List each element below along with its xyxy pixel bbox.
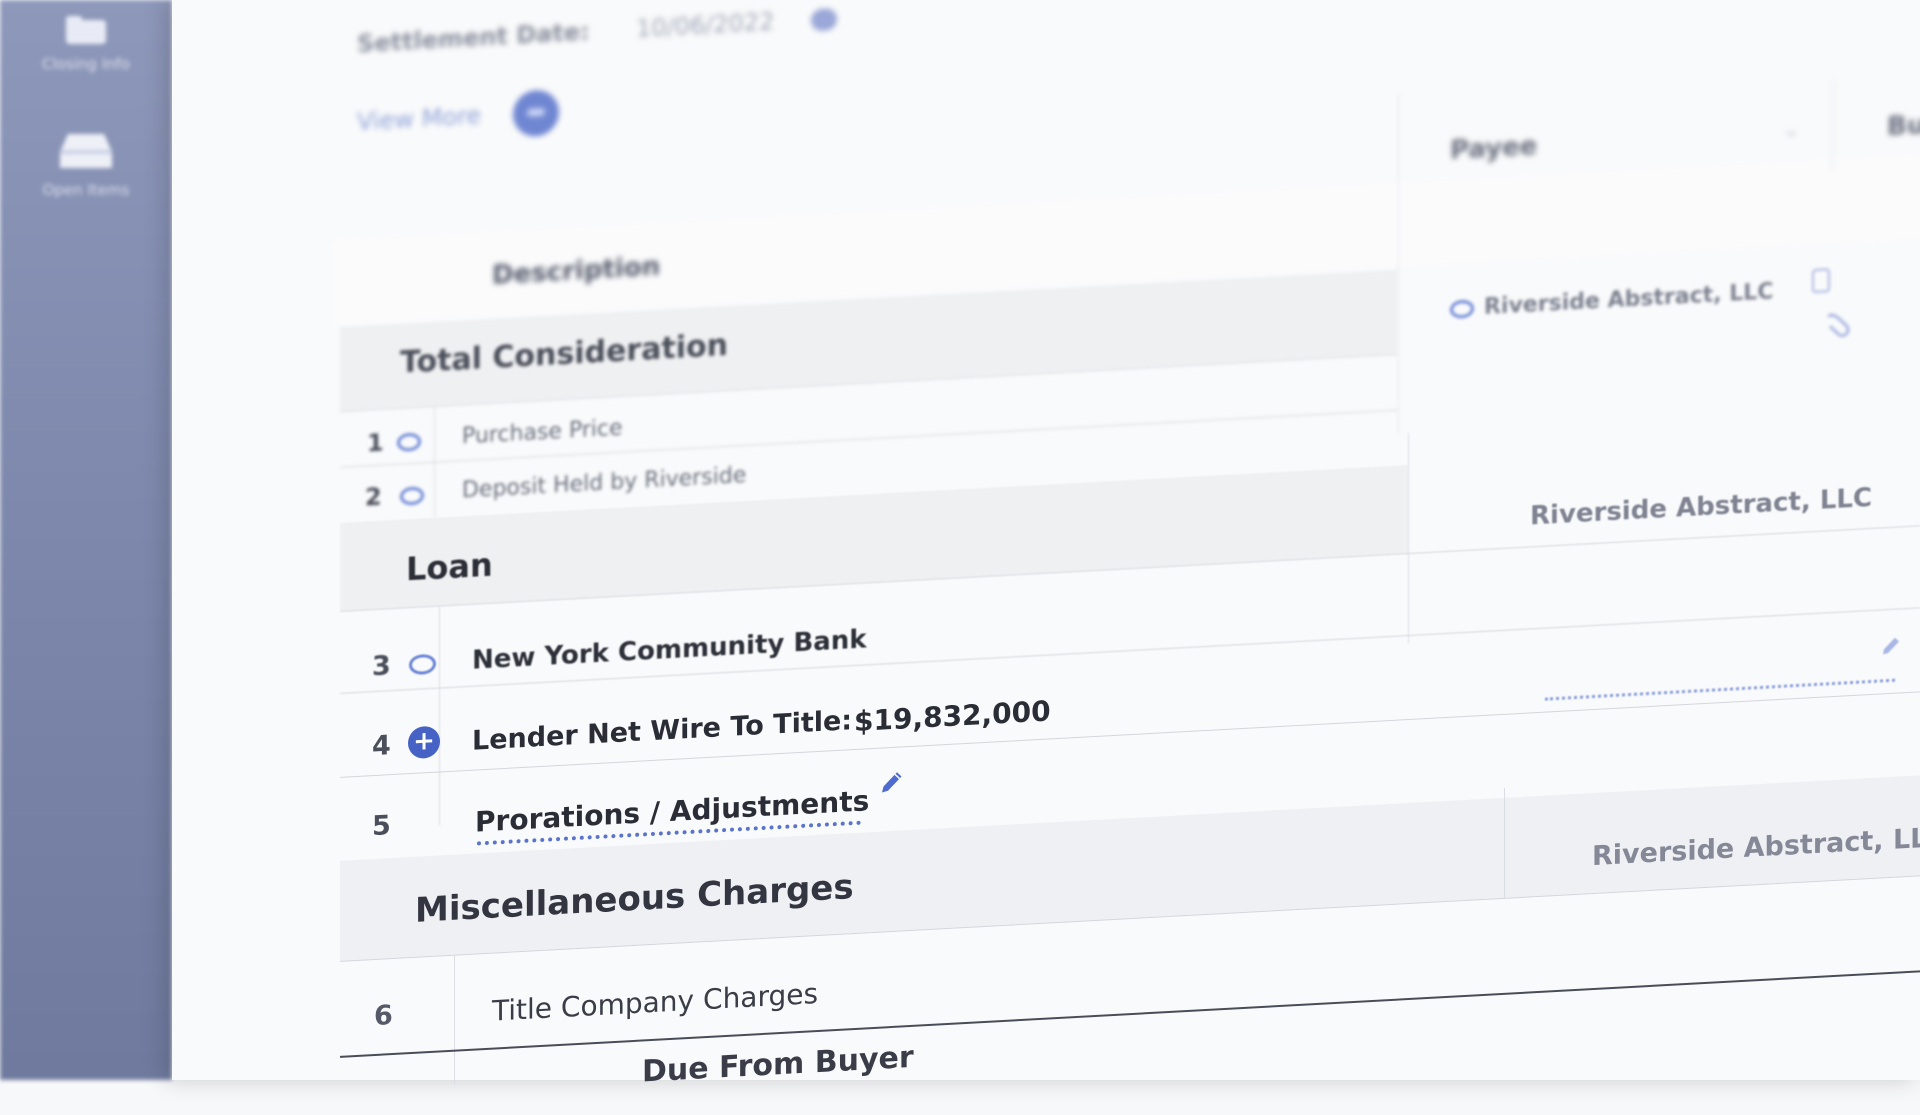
- column-divider: [439, 605, 440, 826]
- folder-icon: [66, 16, 106, 44]
- column-divider: [1832, 80, 1833, 171]
- toggle-icon[interactable]: [512, 89, 559, 138]
- section-title: Loan: [406, 545, 493, 589]
- view-more-label: View More: [357, 101, 482, 136]
- attachment-icon[interactable]: [1822, 311, 1854, 343]
- comment-icon[interactable]: [397, 432, 421, 452]
- comment-icon[interactable]: [1450, 299, 1474, 319]
- main-panel: Settlement Date: 10/06/2022 View More De…: [172, 0, 1920, 1090]
- payee-input-underline[interactable]: [1545, 678, 1895, 701]
- row-number: 2: [365, 482, 382, 512]
- column-header-payee: Payee: [1450, 131, 1538, 166]
- column-divider: [1398, 93, 1399, 434]
- sidebar-item-label: Open Items: [42, 181, 130, 199]
- row-description: Purchase Price: [462, 415, 623, 450]
- row-description: Title Company Charges: [492, 977, 819, 1028]
- row-amount: $19,832,000: [854, 694, 1051, 739]
- sidebar-item-open-items[interactable]: Open Items: [0, 130, 172, 199]
- row-number: 1: [367, 428, 384, 458]
- settlement-date: Settlement Date: 10/06/2022: [357, 4, 837, 58]
- sidebar-item-closing-info[interactable]: Closing Info: [0, 14, 172, 73]
- chevron-down-icon[interactable]: ⌄: [1782, 117, 1800, 143]
- section-title: Due From Buyer: [642, 1039, 914, 1090]
- sidebar: Closing Info Open Items: [0, 0, 172, 1080]
- column-divider: [1408, 433, 1409, 644]
- pencil-icon[interactable]: [1880, 634, 1902, 657]
- column-divider: [1504, 787, 1505, 898]
- row-number: 4: [372, 730, 391, 763]
- row-number: 6: [374, 1000, 393, 1033]
- calendar-icon[interactable]: [810, 7, 837, 32]
- column-header-extra: Bu: [1887, 110, 1920, 143]
- settlement-date-label: Settlement Date:: [357, 17, 590, 58]
- settlement-date-value[interactable]: 10/06/2022: [636, 7, 774, 42]
- closing-statement-sheet: Settlement Date: 10/06/2022 View More De…: [172, 0, 1920, 1090]
- document-icon[interactable]: [1812, 268, 1830, 293]
- payee-value[interactable]: Riverside Abstract, LLC: [1530, 483, 1872, 532]
- column-divider: [454, 954, 455, 1085]
- row-number: 5: [372, 810, 391, 843]
- row-description: Lender Net Wire To Title:: [472, 705, 853, 757]
- sidebar-item-label: Closing Info: [42, 55, 130, 73]
- row-number: 3: [372, 650, 391, 683]
- pencil-icon[interactable]: [879, 768, 905, 795]
- comment-icon[interactable]: [409, 653, 436, 676]
- row-description: Deposit Held by Riverside: [462, 462, 747, 504]
- payee-value[interactable]: Riverside Abstract, LLC: [1484, 279, 1773, 320]
- comment-icon[interactable]: [400, 486, 424, 506]
- inbox-icon: [60, 134, 112, 168]
- view-more-toggle[interactable]: View More: [357, 89, 559, 146]
- add-icon[interactable]: +: [408, 725, 440, 760]
